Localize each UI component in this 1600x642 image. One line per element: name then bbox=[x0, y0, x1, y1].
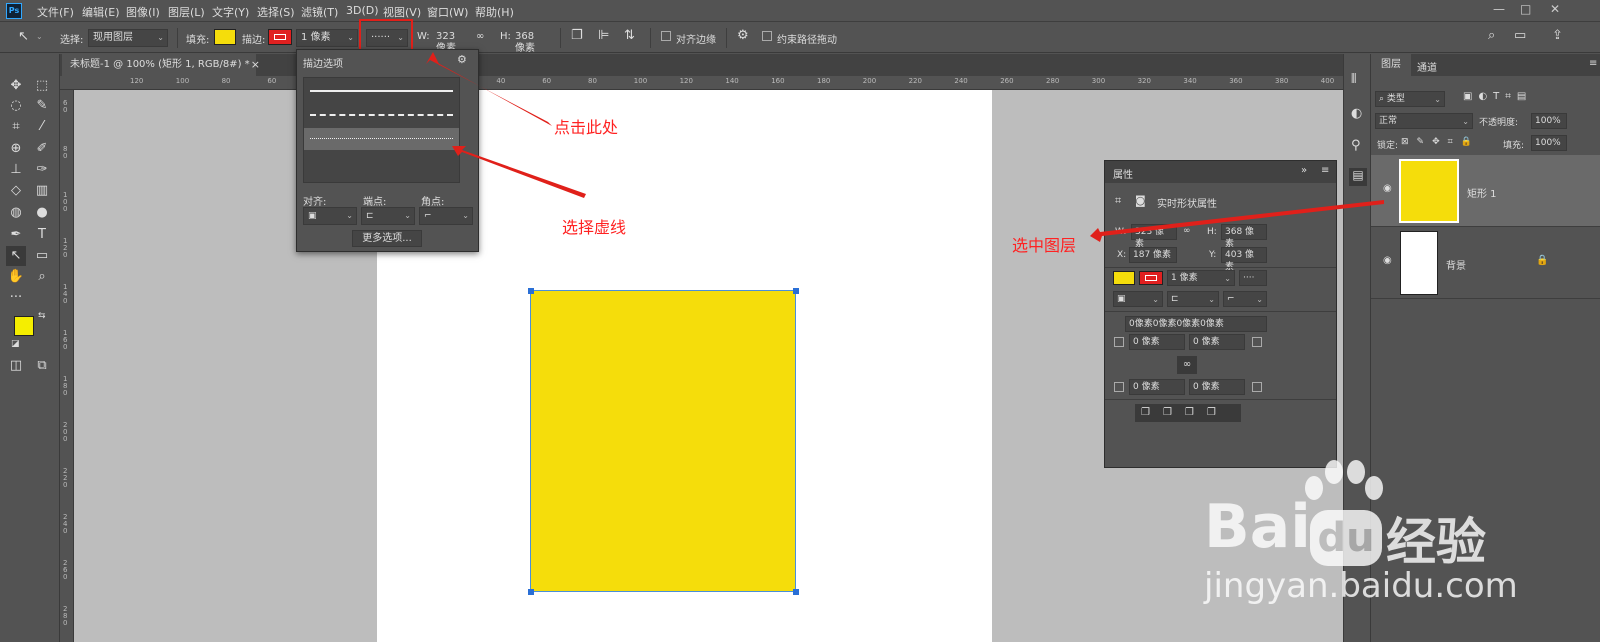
baidu-watermark: Bai du 经验 jingyan.baidu.com bbox=[1200, 456, 1600, 642]
arrow-select-dash bbox=[452, 146, 586, 198]
watermark-bai: Bai bbox=[1204, 492, 1311, 562]
annotation-select-dash: 选择虚线 bbox=[562, 218, 627, 237]
annotation-click-here: 点击此处 bbox=[554, 118, 619, 137]
arrow-select-layer bbox=[1090, 200, 1384, 242]
arrow-click-here bbox=[426, 52, 552, 126]
watermark-du: du bbox=[1310, 510, 1382, 566]
watermark-url: jingyan.baidu.com bbox=[1204, 566, 1518, 606]
annotation-select-layer: 选中图层 bbox=[1012, 236, 1077, 255]
watermark-jingyan: 经验 bbox=[1386, 513, 1486, 571]
